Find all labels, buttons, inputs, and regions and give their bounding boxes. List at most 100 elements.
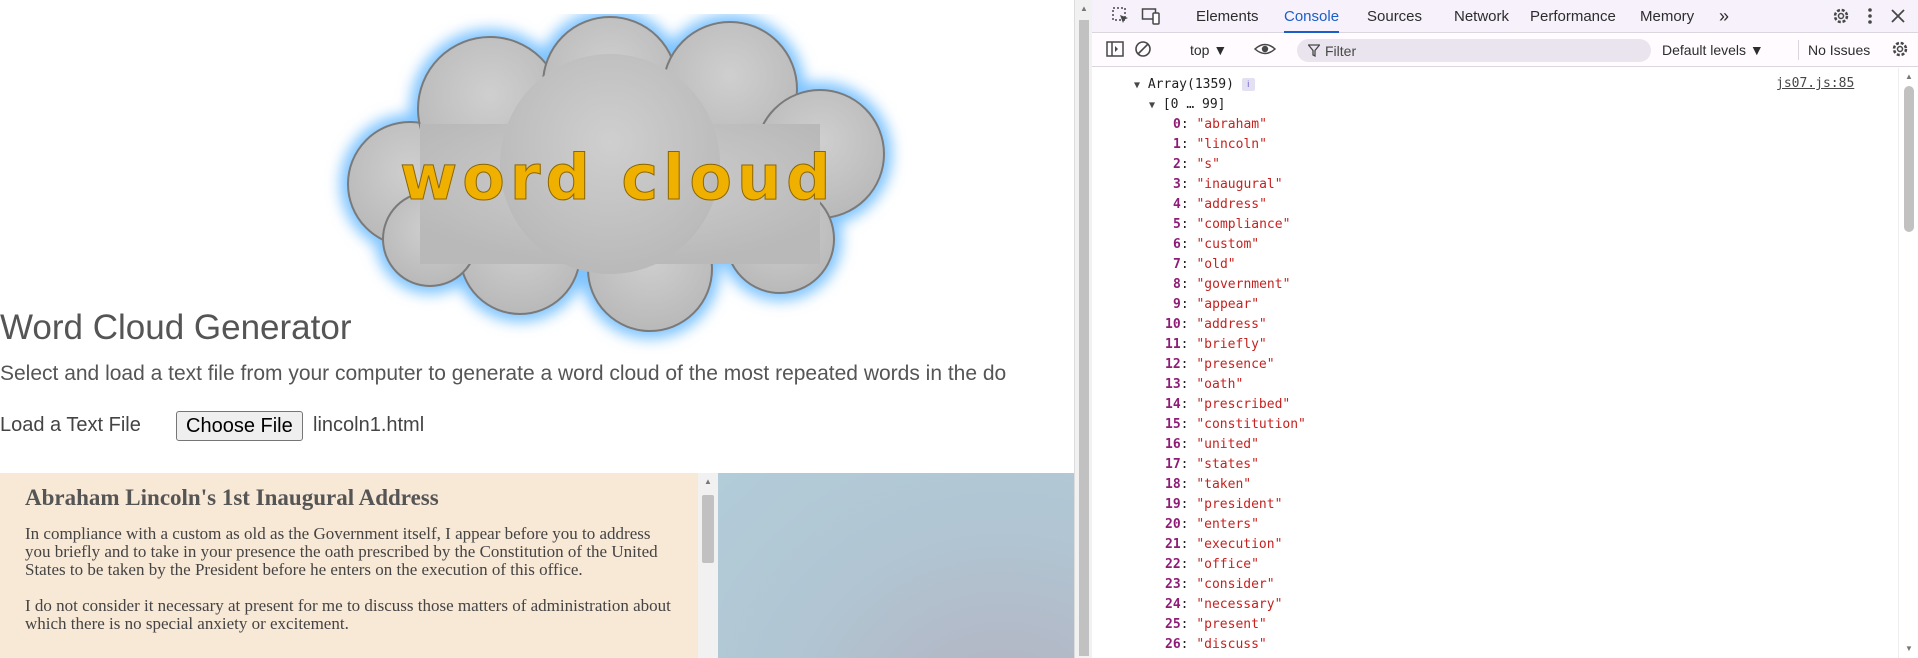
document-scroll-thumb[interactable] [702,495,714,563]
array-item-index: 25 [1165,617,1181,632]
scroll-up-arrow-icon[interactable]: ▲ [1075,3,1093,15]
array-range-group[interactable]: ▼ [0 … 99] [1149,95,1225,115]
array-item-row: 21: "execution" [1165,535,1282,555]
array-item-index: 3 [1173,177,1181,192]
inspect-element-icon[interactable] [1110,6,1132,28]
issues-button[interactable]: No Issues [1798,40,1870,60]
array-item-row: 6: "custom" [1173,235,1259,255]
console-output[interactable]: ▼ Array(1359) i js07.js:85 ▼ [0 … 99] 0:… [1092,68,1898,658]
array-item-separator: : [1180,417,1197,432]
array-item-separator: : [1180,177,1197,192]
array-item-value: "s" [1196,157,1220,172]
page-scrollbar[interactable]: ▲ [1074,0,1092,658]
array-item-separator: : [1180,317,1197,332]
scroll-down-arrow-icon[interactable]: ▼ [1899,642,1918,656]
console-settings-gear-icon[interactable] [1889,39,1911,61]
array-item-value: "present" [1196,617,1267,632]
tab-performance[interactable]: Performance [1530,0,1616,33]
array-item-index: 22 [1165,557,1181,572]
page-title: Word Cloud Generator [0,308,352,347]
expand-triangle-icon[interactable]: ▼ [1134,80,1140,91]
array-item-value: "inaugural" [1196,177,1283,192]
array-item-row: 5: "compliance" [1173,215,1290,235]
clear-console-icon[interactable] [1132,39,1154,61]
array-item-separator: : [1180,297,1197,312]
word-cloud-logo: word cloud [340,14,892,339]
array-item-index: 2 [1173,157,1181,172]
scroll-up-arrow-icon[interactable]: ▲ [1899,70,1918,84]
array-item-row: 9: "appear" [1173,295,1259,315]
page-scroll-thumb[interactable] [1079,20,1089,656]
more-tabs-icon[interactable]: » [1719,0,1729,33]
array-item-separator: : [1180,277,1197,292]
array-item-value: "consider" [1196,577,1275,592]
array-item-index: 14 [1165,397,1181,412]
array-item-value: "address" [1196,317,1267,332]
more-options-icon[interactable] [1859,6,1881,28]
tab-memory[interactable]: Memory [1640,0,1694,33]
array-item-value: "compliance" [1196,217,1291,232]
array-item-index: 23 [1165,577,1181,592]
document-paragraph: I do not consider it necessary at presen… [25,596,671,633]
array-item-row: 24: "necessary" [1165,595,1282,615]
array-item-row: 2: "s" [1173,155,1220,175]
array-item-index: 6 [1173,237,1181,252]
array-item-index: 12 [1165,357,1181,372]
array-item-value: "states" [1196,457,1259,472]
logo-text: word cloud [400,141,836,214]
choose-file-button[interactable]: Choose File [176,411,303,441]
array-item-row: 1: "lincoln" [1173,135,1267,155]
array-item-row: 23: "consider" [1165,575,1275,595]
sidebar-toggle-icon[interactable] [1104,39,1126,61]
array-item-separator: : [1180,637,1197,652]
filter-funnel-icon [1307,41,1321,58]
array-item-row: 22: "office" [1165,555,1259,575]
array-item-value: "old" [1196,257,1236,272]
array-item-separator: : [1180,217,1197,232]
array-item-index: 0 [1173,117,1181,132]
array-item-value: "prescribed" [1196,397,1291,412]
array-item-index: 4 [1173,197,1181,212]
array-item-index: 18 [1165,477,1181,492]
load-file-label: Load a Text File [0,414,141,436]
array-item-row: 20: "enters" [1165,515,1259,535]
array-item-value: "abraham" [1196,117,1267,132]
document-scrollbar[interactable]: ▲ [698,473,718,658]
document-text-panel[interactable]: Abraham Lincoln's 1st Inaugural Address … [0,473,718,658]
console-scrollbar[interactable]: ▲ ▼ [1898,68,1918,658]
filter-input[interactable] [1325,39,1635,62]
console-scroll-thumb[interactable] [1904,86,1914,232]
array-item-separator: : [1180,237,1197,252]
array-item-separator: : [1180,517,1197,532]
array-item-row: 17: "states" [1165,455,1259,475]
scroll-up-arrow-icon[interactable]: ▲ [698,475,718,489]
device-toolbar-icon[interactable] [1140,6,1162,28]
settings-gear-icon[interactable] [1830,6,1852,28]
array-item-separator: : [1180,137,1197,152]
tab-elements[interactable]: Elements [1196,0,1259,33]
array-item-value: "discuss" [1196,637,1267,652]
context-selector[interactable]: top ▼ [1190,40,1227,60]
tab-network[interactable]: Network [1454,0,1509,33]
array-item-value: "oath" [1196,377,1244,392]
array-item-row: 13: "oath" [1165,375,1243,395]
array-item-value: "briefly" [1196,337,1267,352]
document-title: Abraham Lincoln's 1st Inaugural Address [25,485,439,510]
array-item-row: 3: "inaugural" [1173,175,1283,195]
array-item-separator: : [1180,157,1197,172]
array-item-value: "taken" [1196,477,1252,492]
array-item-index: 17 [1165,457,1181,472]
page-subtitle: Select and load a text file from your co… [0,362,1007,385]
word-cloud-canvas [718,473,1074,658]
close-icon[interactable] [1887,6,1909,28]
source-link[interactable]: js07.js:85 [1776,76,1854,91]
live-expression-eye-icon[interactable] [1253,39,1277,61]
array-log-entry[interactable]: ▼ Array(1359) i [1134,75,1255,95]
tab-sources[interactable]: Sources [1367,0,1422,33]
expand-triangle-icon[interactable]: ▼ [1149,100,1155,111]
array-item-row: 11: "briefly" [1165,335,1267,355]
array-item-row: 4: "address" [1173,195,1267,215]
tab-console[interactable]: Console [1284,0,1340,33]
array-item-separator: : [1180,357,1197,372]
log-levels-dropdown[interactable]: Default levels ▼ [1662,40,1764,60]
